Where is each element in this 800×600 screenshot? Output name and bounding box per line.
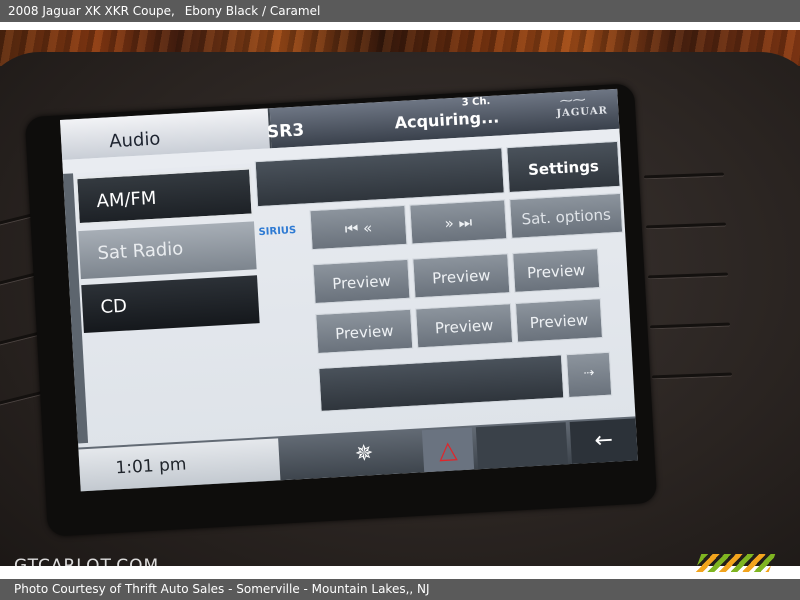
channel-text: 3 Ch. [461, 95, 491, 109]
preset-button[interactable]: Preview [312, 258, 411, 305]
climate-button[interactable]: ✵ [308, 431, 420, 479]
station-label: SR3 [266, 120, 305, 143]
preset-button[interactable]: Preview [412, 253, 511, 299]
source-cd-button[interactable]: CD [81, 275, 260, 333]
watermark-logo-icon [694, 554, 776, 572]
vehicle-color: Ebony Black / Caramel [184, 4, 321, 18]
preset-info-panel [318, 354, 565, 412]
hazard-triangle-icon: △ [438, 435, 459, 465]
skip-back-icon: ⏮︎ « [344, 218, 373, 239]
skip-forward-icon: » ⏭︎ [444, 213, 473, 233]
chevron-arrow-icon: ⇢ [583, 365, 595, 382]
credit-bar: Photo Courtesy of Thrift Auto Sales - So… [0, 579, 800, 600]
preset-button[interactable]: Preview [315, 308, 414, 354]
dashboard-photo: Audio SR3 Acquiring... 3 Ch. ⁓⁓ JAGUAR A… [0, 30, 800, 566]
hazard-button[interactable]: △ [421, 427, 475, 473]
fan-icon: ✵ [354, 441, 375, 468]
watermark-text: GTCARLOT.COM [14, 556, 160, 576]
preset-button[interactable]: Preview [512, 248, 601, 293]
tab-audio-label: Audio [108, 128, 161, 153]
sirius-logo: SIRIUS [258, 224, 297, 239]
back-button[interactable]: ← [569, 418, 638, 464]
back-arrow-icon: ← [593, 427, 614, 454]
preset-button[interactable]: Preview [415, 303, 514, 349]
source-am-fm-button[interactable]: AM/FM [75, 167, 254, 226]
skip-back-button[interactable]: ⏮︎ « [309, 204, 408, 251]
infotainment-screen: Audio SR3 Acquiring... 3 Ch. ⁓⁓ JAGUAR A… [60, 88, 638, 492]
skip-forward-button[interactable]: » ⏭︎ [409, 199, 508, 245]
sat-options-button[interactable]: Sat. options [509, 192, 624, 239]
page-next-button[interactable]: ⇢ [565, 351, 613, 399]
blank-soft-key[interactable] [475, 422, 569, 470]
caption-bar: 2008 Jaguar XK XKR Coupe, Ebony Black / … [0, 0, 800, 22]
source-sat-radio-button[interactable]: Sat Radio [78, 221, 257, 280]
vehicle-title: 2008 Jaguar XK XKR Coupe, [8, 4, 175, 18]
preset-button[interactable]: Preview [514, 298, 604, 343]
settings-button[interactable]: Settings [506, 140, 621, 194]
photo-credit: Photo Courtesy of Thrift Auto Sales - So… [14, 582, 430, 596]
